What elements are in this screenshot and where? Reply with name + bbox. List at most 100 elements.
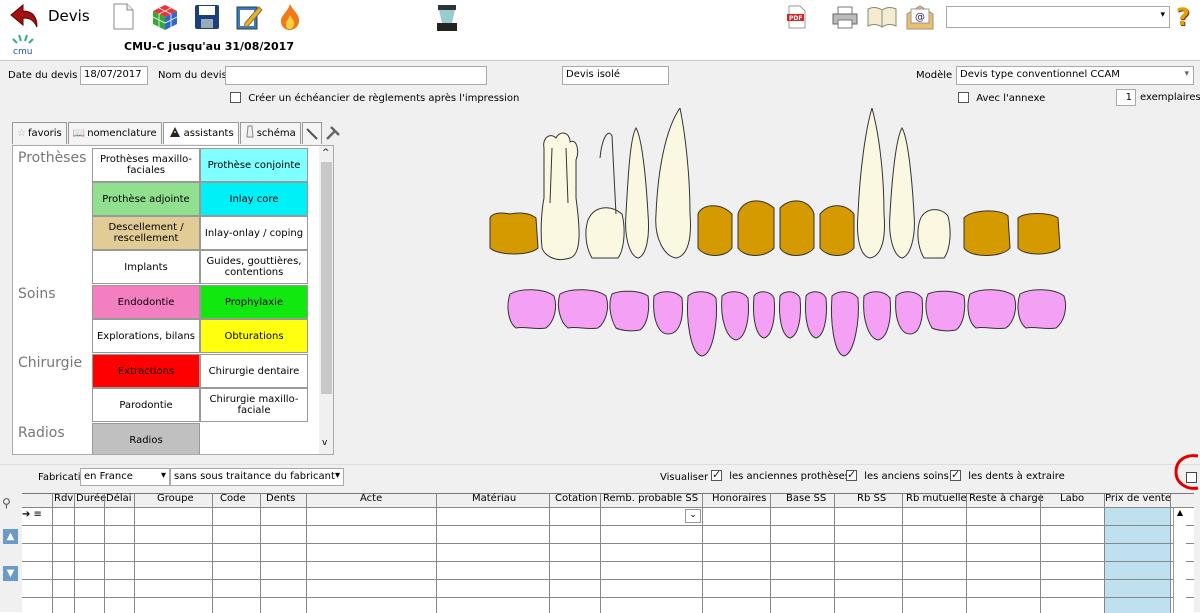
- tooth-42: [753, 291, 775, 339]
- show-old-prostheses[interactable]: les anciennes prothèses: [711, 468, 850, 482]
- back-arrow-icon[interactable]: [8, 2, 40, 30]
- old-prostheses-checkbox[interactable]: [711, 468, 722, 481]
- tooth-24: [889, 127, 915, 259]
- table-scrollbar[interactable]: ▲: [1173, 508, 1186, 613]
- table-gridlines: [22, 494, 1194, 613]
- cell-descellement[interactable]: Descellement / rescellement: [92, 216, 200, 250]
- tooth-34: [895, 291, 923, 335]
- cell-inlay-core[interactable]: Inlay core: [200, 182, 308, 216]
- cell-explorations[interactable]: Explorations, bilans: [92, 319, 200, 353]
- tab-label: nomenclature: [87, 128, 157, 139]
- tooth-16: [585, 207, 625, 259]
- tab-nomenclature[interactable]: 📖 nomenclature: [67, 122, 162, 144]
- svg-text:@: @: [915, 12, 925, 23]
- tab-label: favoris: [27, 128, 62, 139]
- annex-checkbox[interactable]: [958, 92, 969, 103]
- save-icon[interactable]: [192, 2, 222, 32]
- scanner-icon[interactable]: [432, 2, 462, 34]
- tooth-32: [831, 291, 859, 357]
- tooth-41: [779, 291, 801, 339]
- scroll-up-icon[interactable]: ▲: [1174, 508, 1186, 517]
- probe-tool[interactable]: [301, 122, 322, 144]
- email-icon[interactable]: @: [904, 3, 936, 31]
- move-down-icon[interactable]: ▼: [3, 566, 18, 581]
- scroll-thumb[interactable]: [321, 162, 332, 394]
- tooth-27: [1017, 213, 1061, 255]
- cell-protheses-maxillo-faciales[interactable]: Prothèses maxillo-faciales: [92, 148, 200, 182]
- tooth-35: [925, 290, 966, 332]
- cell-chirurgie-dentaire[interactable]: Chirurgie dentaire: [200, 354, 308, 388]
- tools-icon[interactable]: [323, 122, 343, 144]
- old-care-checkbox[interactable]: [846, 468, 857, 481]
- name-label: Nom du devis: [158, 70, 227, 81]
- cell-inlay-onlay[interactable]: Inlay-onlay / coping: [200, 216, 308, 250]
- book-icon: 📖: [72, 128, 86, 139]
- tooth-23: [857, 108, 885, 259]
- fabrication-subcontract-select[interactable]: sans sous traitance du fabricant ▾: [170, 468, 344, 486]
- toolbar-combo[interactable]: ▾: [946, 6, 1170, 28]
- scroll-up-icon[interactable]: ^: [322, 148, 330, 158]
- schedule-option[interactable]: Créer un échéancier de règlements après …: [230, 92, 519, 104]
- cell-prothese-adjointe[interactable]: Prothèse adjointe: [92, 182, 200, 216]
- window-title: Devis: [48, 7, 90, 25]
- tooth-12: [697, 205, 733, 256]
- tooth-47: [557, 289, 609, 330]
- annex-option[interactable]: Avec l'annexe: [958, 92, 1045, 104]
- cell-guides[interactable]: Guides, gouttières, contentions: [200, 250, 308, 284]
- cell-prophylaxie[interactable]: Prophylaxie: [200, 285, 308, 319]
- cell-radios[interactable]: Radios: [92, 423, 200, 454]
- help-icon[interactable]: ?: [1176, 3, 1190, 31]
- cell-chirurgie-maxillo-faciale[interactable]: Chirurgie maxillo-faciale: [200, 388, 308, 422]
- chevron-down-icon: ▾: [160, 470, 166, 481]
- teeth-to-extract-checkbox[interactable]: [950, 468, 961, 481]
- open-book-icon[interactable]: [866, 4, 898, 30]
- cell-endodontie[interactable]: Endodontie: [92, 285, 200, 319]
- tab-favoris[interactable]: ☆ favoris: [12, 122, 67, 144]
- tab-assistants[interactable]: assistants: [162, 122, 239, 144]
- model-select[interactable]: Devis type conventionnel CCAM ▾: [956, 66, 1194, 85]
- date-field[interactable]: 18/07/2017: [80, 66, 148, 85]
- schedule-checkbox[interactable]: [230, 92, 241, 103]
- name-field[interactable]: [225, 66, 487, 85]
- assistant-tabs: ☆ favoris 📖 nomenclature assistants sché…: [12, 122, 343, 144]
- chevron-down-icon: ▾: [1184, 69, 1189, 79]
- edit-icon[interactable]: [234, 2, 264, 32]
- tooth-26: [963, 210, 1011, 256]
- pdf-icon[interactable]: PDF: [786, 4, 808, 30]
- cell-obturations[interactable]: Obturations: [200, 319, 308, 353]
- visualiser-label: Visualiser: [660, 472, 709, 483]
- dental-chart[interactable]: [470, 108, 1070, 368]
- quote-type-field[interactable]: Devis isolé: [562, 66, 669, 85]
- move-up-icon[interactable]: ▲: [3, 529, 18, 544]
- tooth-45: [653, 291, 683, 335]
- schedule-label: Créer un échéancier de règlements après …: [248, 92, 520, 104]
- panel-scrollbar[interactable]: ^ v: [319, 146, 333, 454]
- show-teeth-to-extract[interactable]: les dents à extraire: [950, 468, 1065, 482]
- tooth-21: [779, 200, 815, 256]
- cell-extractions[interactable]: Extractions: [92, 354, 200, 388]
- section-divider: [0, 464, 1200, 465]
- print-icon[interactable]: [830, 4, 860, 30]
- fabrication-origin-select[interactable]: en France ▾: [80, 468, 170, 486]
- flame-icon[interactable]: [276, 2, 304, 32]
- copies-field[interactable]: 1: [1116, 89, 1136, 106]
- tooth-icon: [245, 125, 255, 142]
- star-icon: ☆: [17, 128, 26, 139]
- tooth-36: [967, 289, 1017, 330]
- option-label: les anciens soins: [864, 470, 949, 482]
- tab-schema[interactable]: schéma: [239, 122, 301, 144]
- tooth-selector-icon[interactable]: ⚲: [2, 496, 11, 510]
- show-old-care[interactable]: les anciens soins: [846, 468, 949, 482]
- upper-arch[interactable]: [489, 108, 1061, 261]
- cell-prothese-conjointe[interactable]: Prothèse conjointe: [200, 148, 308, 182]
- cube-icon[interactable]: [150, 2, 180, 32]
- category-radios: Radios: [18, 425, 65, 441]
- scroll-down-icon[interactable]: v: [322, 438, 327, 448]
- annex-label: Avec l'annexe: [976, 92, 1046, 104]
- lower-arch[interactable]: [507, 289, 1067, 357]
- cell-parodontie[interactable]: Parodontie: [92, 388, 200, 422]
- cell-implants[interactable]: Implants: [92, 250, 200, 284]
- new-document-icon[interactable]: [108, 2, 138, 32]
- probe-icon: [306, 127, 318, 140]
- acts-table[interactable]: Rdv Durée Délai Groupe Code Dents Acte M…: [22, 493, 1194, 613]
